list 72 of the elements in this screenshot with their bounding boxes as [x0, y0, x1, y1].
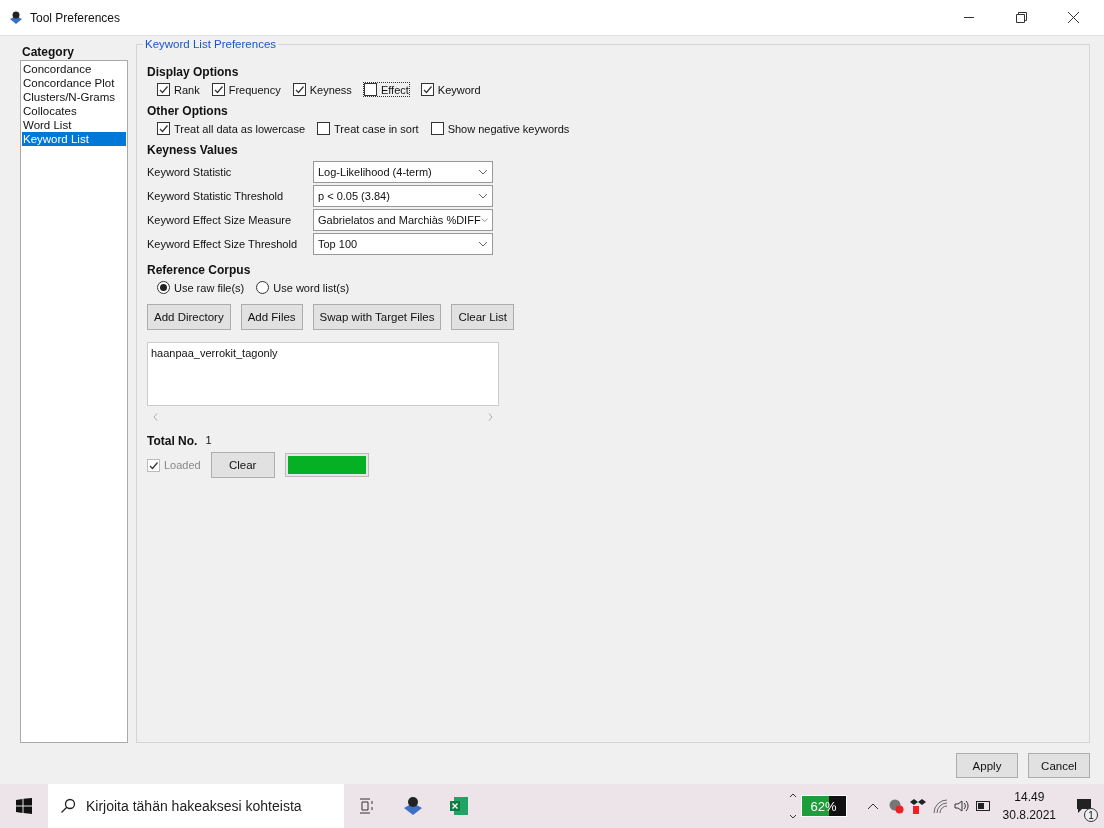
field-label: Keyword Effect Size Measure	[147, 214, 293, 226]
section-heading: Reference Corpus	[147, 263, 251, 277]
clock-date: 30.8.2021	[1002, 807, 1056, 824]
clock-time: 14.49	[1014, 789, 1045, 806]
check-icon	[158, 84, 169, 95]
search-icon	[60, 798, 76, 814]
check-icon	[293, 84, 305, 95]
notification-count: 1	[1084, 808, 1098, 822]
check-icon	[148, 459, 159, 471]
wifi-icon[interactable]	[931, 798, 948, 814]
chevron-down-icon	[478, 169, 488, 175]
app-logo-icon	[8, 9, 24, 26]
option-checkbox[interactable]: Frequency	[211, 83, 281, 96]
corpus-button[interactable]: Clear List	[451, 304, 515, 330]
option-checkbox[interactable]: Keyness	[292, 83, 352, 96]
chevron-down-icon	[478, 193, 488, 199]
category-item[interactable]: Keyword List	[22, 132, 126, 146]
category-heading: Category	[21, 44, 75, 60]
panel-legend: Keyword List Preferences	[143, 38, 279, 50]
windows-logo-icon	[16, 798, 32, 814]
category-item[interactable]: Concordance	[22, 62, 126, 76]
file-item[interactable]: haanpaa_verrokit_tagonly	[151, 347, 495, 359]
option-checkbox[interactable]: Rank	[157, 83, 200, 96]
clear-button[interactable]: Clear	[210, 452, 275, 478]
total-label: Total No.	[147, 434, 198, 448]
spreadsheet-icon	[448, 795, 470, 817]
option-checkbox[interactable]: Treat case in sort	[317, 122, 419, 135]
option-checkbox[interactable]: Keyword	[420, 83, 481, 96]
category-item[interactable]: Collocates	[22, 104, 126, 118]
dialog-button[interactable]: Cancel	[1028, 753, 1090, 778]
app-logo-icon	[402, 795, 424, 817]
dropbox-alert-icon[interactable]	[909, 798, 926, 814]
search-field[interactable]: Kirjoita tähän hakeaksesi kohteista	[48, 784, 344, 828]
section-heading: Other Options	[147, 104, 228, 118]
restore-icon	[1015, 12, 1027, 23]
scroll-arrows-icon[interactable]	[788, 791, 797, 821]
radio-option[interactable]: Use word list(s)	[256, 281, 350, 294]
field-label: Keyword Effect Size Threshold	[147, 238, 298, 250]
chevron-down-icon	[480, 217, 488, 223]
dropdown[interactable]: Top 100	[313, 233, 493, 255]
close-icon	[1067, 12, 1079, 23]
section-heading: Display Options	[147, 65, 239, 79]
chevron-up-icon[interactable]	[866, 802, 879, 810]
dropdown[interactable]: p < 0.05 (3.84)	[313, 185, 493, 207]
notification-button[interactable]: 1	[1064, 784, 1104, 828]
speaker-icon[interactable]	[953, 798, 970, 814]
category-item[interactable]: Word List	[22, 118, 126, 132]
corpus-button[interactable]: Swap with Target Files	[312, 304, 442, 330]
cloud-error-icon[interactable]	[887, 798, 904, 814]
option-checkbox[interactable]: Show negative keywords	[430, 122, 570, 135]
field-label: Keyword Statistic Threshold	[147, 190, 285, 202]
minimize-icon	[964, 16, 974, 19]
task-view-icon	[359, 798, 375, 814]
window-title: Tool Preferences	[30, 10, 122, 25]
field-label: Keyword Statistic	[147, 166, 233, 178]
category-item[interactable]: Concordance Plot	[22, 76, 126, 90]
option-checkbox[interactable]: Effect	[363, 83, 409, 96]
option-checkbox[interactable]: Treat all data as lowercase	[157, 122, 306, 135]
category-item[interactable]: Clusters/N-Grams	[22, 90, 126, 104]
dialog-button[interactable]: Apply	[956, 753, 1018, 778]
corpus-button[interactable]: Add Directory	[147, 304, 231, 330]
check-icon	[212, 84, 224, 95]
dropdown[interactable]: Log-Likelihood (4-term)	[313, 161, 493, 183]
total-value: 1	[205, 434, 212, 448]
battery-icon[interactable]	[975, 801, 992, 811]
section-heading: Keyness Values	[147, 143, 238, 157]
check-icon	[158, 123, 169, 134]
corpus-button[interactable]: Add Files	[240, 304, 303, 330]
radio-option[interactable]: Use raw file(s)	[157, 281, 245, 294]
check-icon	[421, 84, 433, 95]
chevron-down-icon	[478, 241, 488, 247]
dropdown[interactable]: Gabrielatos and Marchiàs %DIFF	[313, 209, 493, 231]
